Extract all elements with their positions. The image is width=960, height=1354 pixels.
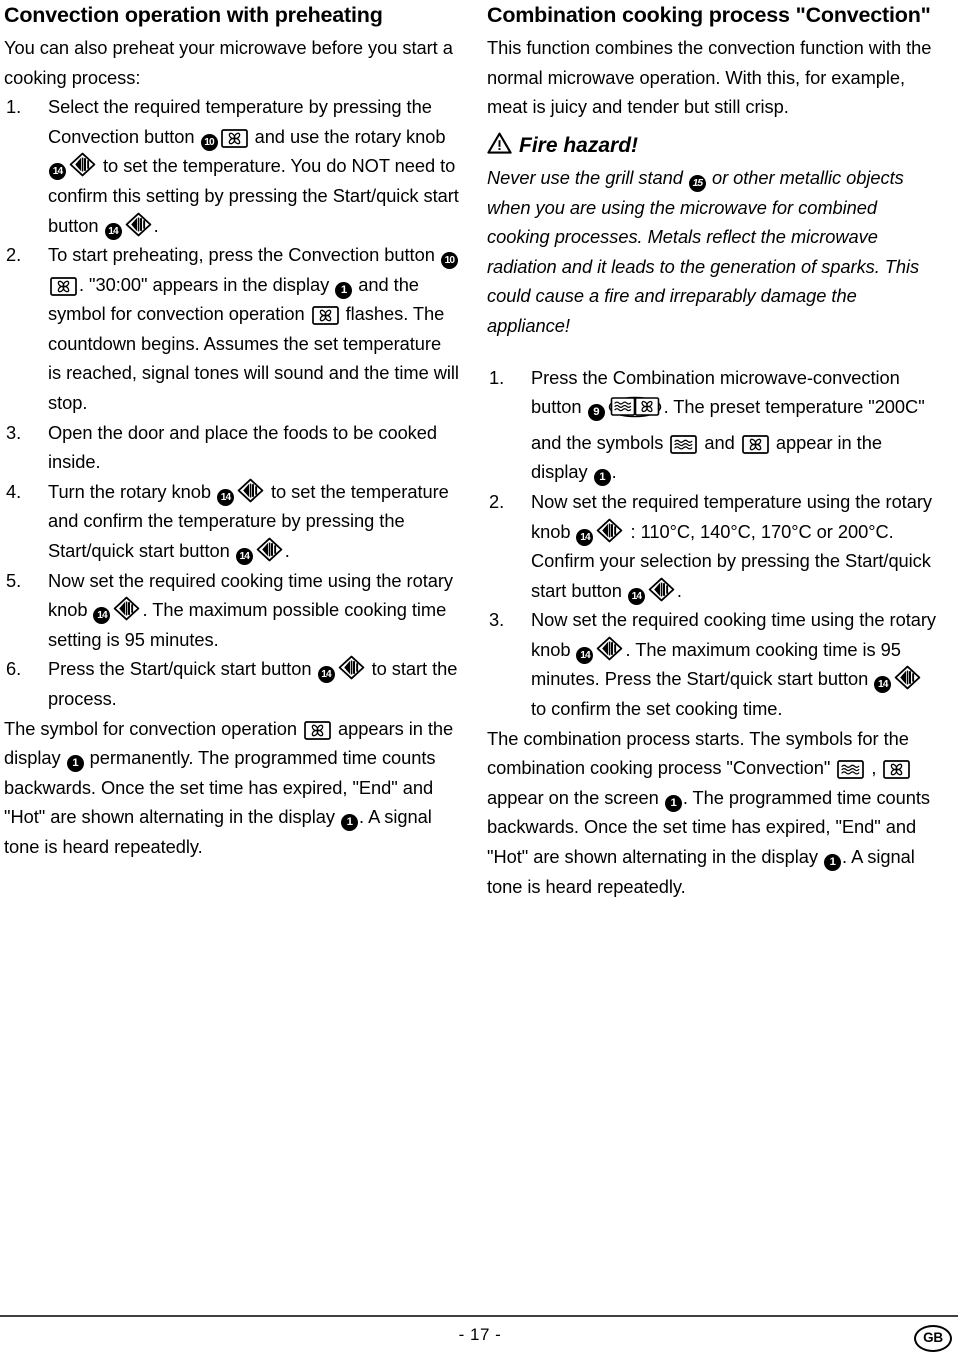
right-steps-list: 1. Press the Combination microwave-convec… [487, 363, 942, 724]
rotary-knob-icon [648, 577, 675, 602]
rotary-knob-icon [113, 596, 140, 621]
two-column-body: Convection operation with preheating You… [0, 2, 960, 901]
step-number: 2. [489, 490, 505, 512]
reference-number-badge: 1 [593, 469, 611, 487]
right-intro-paragraph: This function combines the convection fu… [487, 36, 932, 118]
microwave-waves-icon [837, 760, 865, 780]
step-number: 6. [6, 658, 22, 680]
fire-hazard-heading: Fire hazard! [487, 132, 942, 161]
language-badge: GB [914, 1325, 952, 1352]
microwave-waves-icon [670, 434, 698, 454]
reference-number-badge: 14 [874, 676, 892, 694]
numbered-step: 5. Now set the required cooking time usin… [4, 566, 459, 655]
reference-number-badge: 14 [576, 646, 594, 664]
fire-hazard-warning-text: Never use the grill stand 15 or other me… [487, 166, 920, 336]
warning-triangle-icon [487, 132, 512, 161]
reference-number-badge: 9 [587, 404, 605, 422]
reference-number-badge: 14 [317, 666, 335, 684]
rotary-knob-icon [894, 665, 921, 690]
reference-number-badge: 1 [335, 281, 353, 299]
step-number: 1. [6, 96, 22, 118]
page-number: - 17 - [458, 1325, 502, 1344]
convection-fan-icon [311, 306, 339, 326]
step-text: To start preheating, press the Convectio… [48, 244, 459, 414]
left-closing-paragraph: The symbol for convection operation appe… [4, 717, 454, 857]
reference-number-badge: 14 [576, 528, 594, 546]
convection-fan-icon [220, 128, 248, 148]
reference-number-badge: 10 [200, 133, 218, 151]
numbered-step: 2. To start preheating, press the Convect… [4, 240, 459, 418]
reference-number-badge: 1 [664, 794, 682, 812]
right-closing-paragraph: The combination process starts. The symb… [487, 727, 931, 897]
step-text: Press the Combination microwave-convecti… [531, 367, 925, 487]
step-number: 5. [6, 569, 22, 591]
right-column: Combination cooking process "Convection"… [485, 2, 942, 901]
step-number: 1. [489, 366, 505, 388]
left-section-title: Convection operation with preheating [4, 3, 383, 27]
numbered-step: 6. Press the Start/quick start button 14 … [4, 654, 459, 713]
convection-fan-icon [304, 720, 331, 740]
step-text: Now set the required temperature using t… [531, 491, 932, 605]
rotary-knob-icon [596, 518, 623, 543]
step-number: 2. [6, 244, 22, 266]
numbered-step: 4. Turn the rotary knob 14 to set the tem… [4, 477, 459, 566]
convection-fan-icon [741, 434, 769, 454]
step-text: Select the required temperature by press… [48, 96, 459, 240]
reference-number-badge: 14 [93, 607, 111, 625]
left-column: Convection operation with preheating You… [0, 2, 459, 901]
reference-number-badge: 14 [104, 222, 122, 240]
step-text: Open the door and place the foods to be … [48, 421, 438, 473]
numbered-step: 2. Now set the required temperature using… [487, 487, 942, 605]
rotary-knob-icon [69, 152, 96, 177]
footer-divider [0, 1315, 958, 1317]
numbered-step: 1. Press the Combination microwave-convec… [487, 363, 942, 487]
fire-hazard-heading-text: Fire hazard! [519, 134, 639, 158]
step-text: Now set the required cooking time using … [48, 569, 453, 650]
step-text: Press the Start/quick start button 14 to… [48, 655, 457, 709]
reference-number-badge: 1 [66, 755, 84, 773]
numbered-step: 3. Now set the required cooking time usin… [487, 605, 942, 723]
reference-number-badge: 10 [440, 252, 458, 270]
convection-fan-icon [883, 760, 911, 780]
combination-microwave-convection-icon [608, 395, 662, 428]
rotary-knob-icon [338, 655, 365, 680]
reference-number-badge: 14 [49, 163, 66, 181]
step-text: Turn the rotary knob 14 to set the tempe… [48, 478, 449, 566]
convection-fan-icon [50, 276, 77, 296]
step-text: Now set the required cooking time using … [531, 609, 936, 720]
reference-number-badge: 1 [341, 814, 359, 832]
reference-number-badge: 14 [235, 548, 253, 566]
rotary-knob-icon [596, 636, 623, 661]
reference-number-badge: 15 [688, 174, 706, 192]
numbered-step: 3. Open the door and place the foods to b… [4, 418, 459, 477]
numbered-step: 1. Select the required temperature by pre… [4, 92, 459, 240]
rotary-knob-icon [256, 537, 283, 562]
reference-number-badge: 1 [824, 854, 842, 872]
rotary-knob-icon [237, 478, 264, 503]
step-number: 3. [6, 421, 22, 443]
right-section-title: Combination cooking process "Convection" [487, 3, 931, 27]
left-steps-list: 1. Select the required temperature by pre… [4, 92, 459, 713]
reference-number-badge: 14 [627, 587, 645, 605]
manual-page: Convection operation with preheating You… [0, 0, 960, 1354]
reference-number-badge: 14 [216, 488, 234, 506]
rotary-knob-icon [125, 212, 152, 237]
step-number: 4. [6, 480, 22, 502]
step-number: 3. [489, 609, 505, 631]
left-intro-paragraph: You can also preheat your microwave befo… [4, 36, 453, 88]
